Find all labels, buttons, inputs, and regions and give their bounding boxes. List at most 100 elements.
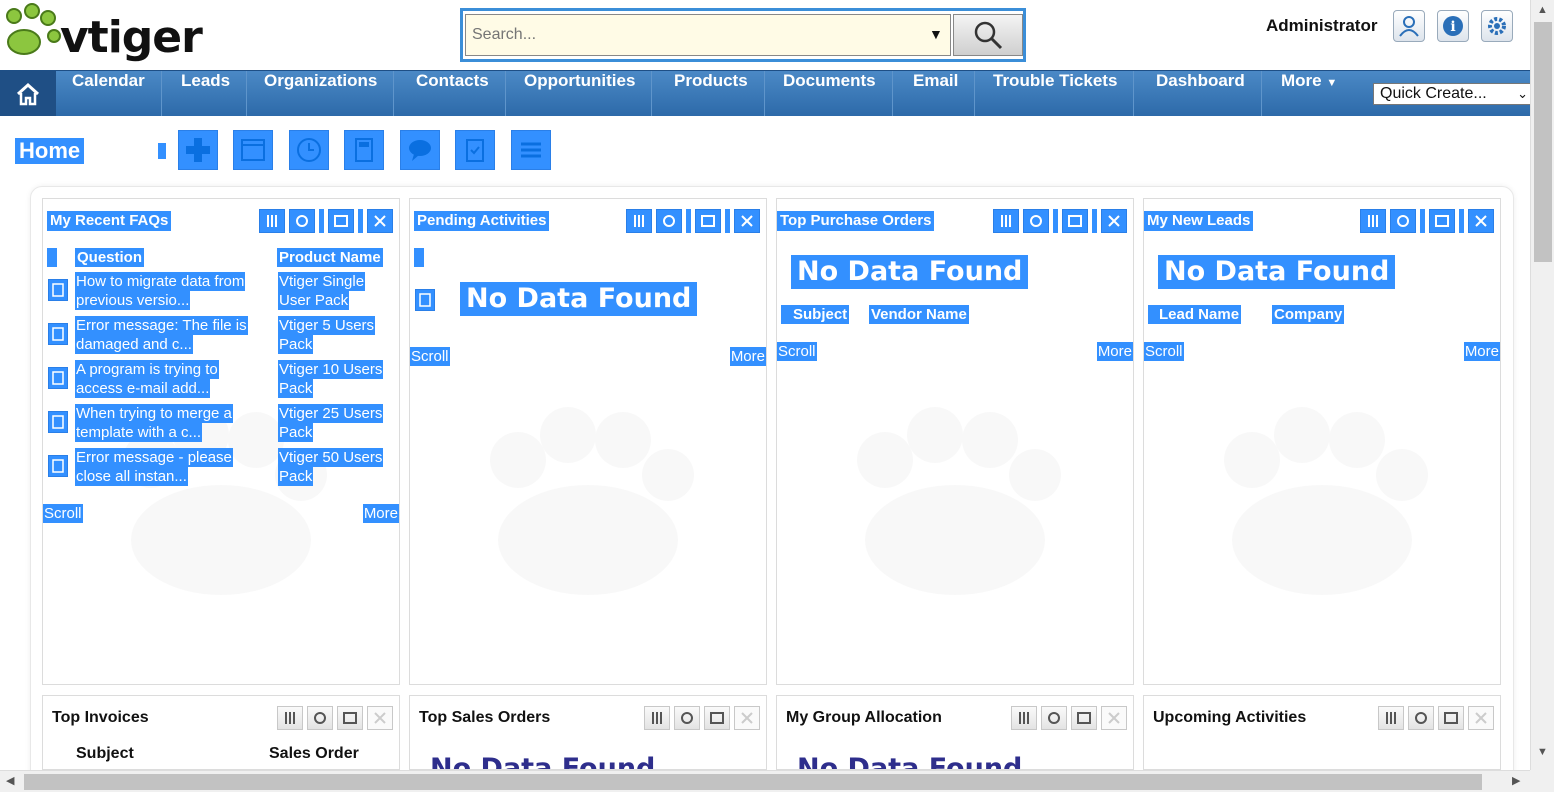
- close-icon[interactable]: [367, 706, 393, 730]
- clock-button[interactable]: [289, 130, 329, 170]
- faq-question-line1[interactable]: How to migrate data from: [75, 272, 246, 291]
- nav-contacts[interactable]: Contacts: [400, 71, 506, 116]
- close-icon[interactable]: [1468, 209, 1494, 233]
- nav-leads[interactable]: Leads: [165, 71, 248, 116]
- nav-organizations[interactable]: Organizations: [248, 71, 395, 116]
- settings-icon[interactable]: [1360, 209, 1386, 233]
- faq-question-line1[interactable]: A program is trying to: [75, 360, 219, 379]
- caret-down-icon: ▼: [1326, 77, 1338, 89]
- horizontal-scroll-thumb[interactable]: [24, 774, 1482, 790]
- widget-controls: [277, 706, 393, 732]
- search-dropdown-icon[interactable]: ▼: [929, 26, 943, 42]
- resize-icon[interactable]: [337, 706, 363, 730]
- nav-dashboard[interactable]: Dashboard: [1140, 71, 1262, 116]
- refresh-icon[interactable]: [1041, 706, 1067, 730]
- faq-question-line2[interactable]: previous versio...: [75, 291, 191, 310]
- resize-icon[interactable]: [328, 209, 354, 233]
- more-link[interactable]: More: [362, 504, 399, 523]
- more-link[interactable]: More: [729, 347, 766, 366]
- nav-trouble-tickets[interactable]: Trouble Tickets: [977, 71, 1135, 116]
- scroll-left-icon[interactable]: ◀: [6, 774, 14, 787]
- gear-icon[interactable]: [1481, 10, 1513, 42]
- scroll-up-icon[interactable]: ▲: [1537, 4, 1548, 16]
- settings-icon[interactable]: [259, 209, 285, 233]
- chat-button[interactable]: [400, 130, 440, 170]
- settings-icon[interactable]: [644, 706, 670, 730]
- refresh-icon[interactable]: [674, 706, 700, 730]
- document-icon: [48, 411, 68, 433]
- faq-question-line2[interactable]: template with a c...: [75, 423, 203, 442]
- company-column-header: Company: [1272, 305, 1345, 324]
- more-link[interactable]: More: [1463, 342, 1500, 361]
- scroll-link[interactable]: Scroll: [1144, 342, 1184, 361]
- no-data-message: No Data Found: [460, 282, 698, 316]
- nav-calendar[interactable]: Calendar: [56, 71, 162, 116]
- document-icon: [48, 367, 68, 389]
- close-icon[interactable]: [367, 209, 393, 233]
- refresh-icon[interactable]: [1390, 209, 1416, 233]
- toolbar-divider: [725, 209, 730, 233]
- resize-icon[interactable]: [695, 209, 721, 233]
- faq-question-line2[interactable]: close all instan...: [75, 467, 188, 486]
- select-column-header: [781, 305, 791, 324]
- refresh-icon[interactable]: [307, 706, 333, 730]
- search-input[interactable]: [465, 14, 951, 56]
- faq-question-line1[interactable]: Error message - please: [75, 448, 233, 467]
- add-widget-button[interactable]: [178, 130, 218, 170]
- scroll-down-icon[interactable]: ▼: [1537, 746, 1548, 758]
- settings-icon[interactable]: [993, 209, 1019, 233]
- nav-more[interactable]: More ▼: [1265, 71, 1353, 116]
- user-icon[interactable]: [1393, 10, 1425, 42]
- scroll-link[interactable]: Scroll: [43, 504, 83, 523]
- clock-icon: [297, 138, 321, 162]
- faq-question-line1[interactable]: When trying to merge a: [75, 404, 233, 423]
- scroll-link[interactable]: Scroll: [410, 347, 450, 366]
- no-data-message: No Data Found: [791, 255, 1029, 289]
- calendar-button[interactable]: [233, 130, 273, 170]
- calculator-button[interactable]: [344, 130, 384, 170]
- notes-button[interactable]: [455, 130, 495, 170]
- vtiger-logo[interactable]: vtiger: [2, 2, 252, 68]
- widget-pending-activities: Pending Activities No Data Found Scroll …: [409, 198, 767, 685]
- resize-icon[interactable]: [704, 706, 730, 730]
- scroll-link[interactable]: Scroll: [777, 342, 817, 361]
- close-icon[interactable]: [1101, 209, 1127, 233]
- resize-icon[interactable]: [1071, 706, 1097, 730]
- settings-icon[interactable]: [1011, 706, 1037, 730]
- faq-question-line2[interactable]: access e-mail add...: [75, 379, 211, 398]
- resize-icon[interactable]: [1438, 706, 1464, 730]
- nav-email[interactable]: Email: [897, 71, 976, 116]
- search-button[interactable]: [953, 14, 1023, 56]
- refresh-icon[interactable]: [1408, 706, 1434, 730]
- refresh-icon[interactable]: [656, 209, 682, 233]
- close-icon[interactable]: [1101, 706, 1127, 730]
- faq-question-line2[interactable]: damaged and c...: [75, 335, 193, 354]
- resize-icon[interactable]: [1062, 209, 1088, 233]
- resize-icon[interactable]: [1429, 209, 1455, 233]
- toolbar-divider: [319, 209, 324, 233]
- nav-opportunities[interactable]: Opportunities: [508, 71, 653, 116]
- close-icon[interactable]: [734, 209, 760, 233]
- horizontal-scrollbar[interactable]: ◀ ▶: [0, 770, 1530, 792]
- home-button[interactable]: [0, 71, 56, 116]
- nav-documents[interactable]: Documents: [767, 71, 893, 116]
- list-layout-button[interactable]: [511, 130, 551, 170]
- close-icon[interactable]: [1468, 706, 1494, 730]
- vertical-scrollbar[interactable]: ▲ ▼: [1530, 0, 1554, 770]
- widget-controls: [1360, 209, 1494, 235]
- close-icon[interactable]: [734, 706, 760, 730]
- faq-question-line1[interactable]: Error message: The file is: [75, 316, 248, 335]
- vertical-scroll-thumb[interactable]: [1534, 22, 1552, 262]
- user-name[interactable]: Administrator: [1266, 16, 1377, 36]
- info-icon[interactable]: i: [1437, 10, 1469, 42]
- settings-icon[interactable]: [277, 706, 303, 730]
- nav-products[interactable]: Products: [658, 71, 765, 116]
- more-link[interactable]: More: [1096, 342, 1133, 361]
- quick-create-select[interactable]: Quick Create... ⌄: [1373, 83, 1531, 105]
- scroll-right-icon[interactable]: ▶: [1512, 774, 1520, 787]
- refresh-icon[interactable]: [1023, 209, 1049, 233]
- settings-icon[interactable]: [1378, 706, 1404, 730]
- settings-icon[interactable]: [626, 209, 652, 233]
- refresh-icon[interactable]: [289, 209, 315, 233]
- faq-product-line1: Vtiger 5 Users: [278, 316, 376, 335]
